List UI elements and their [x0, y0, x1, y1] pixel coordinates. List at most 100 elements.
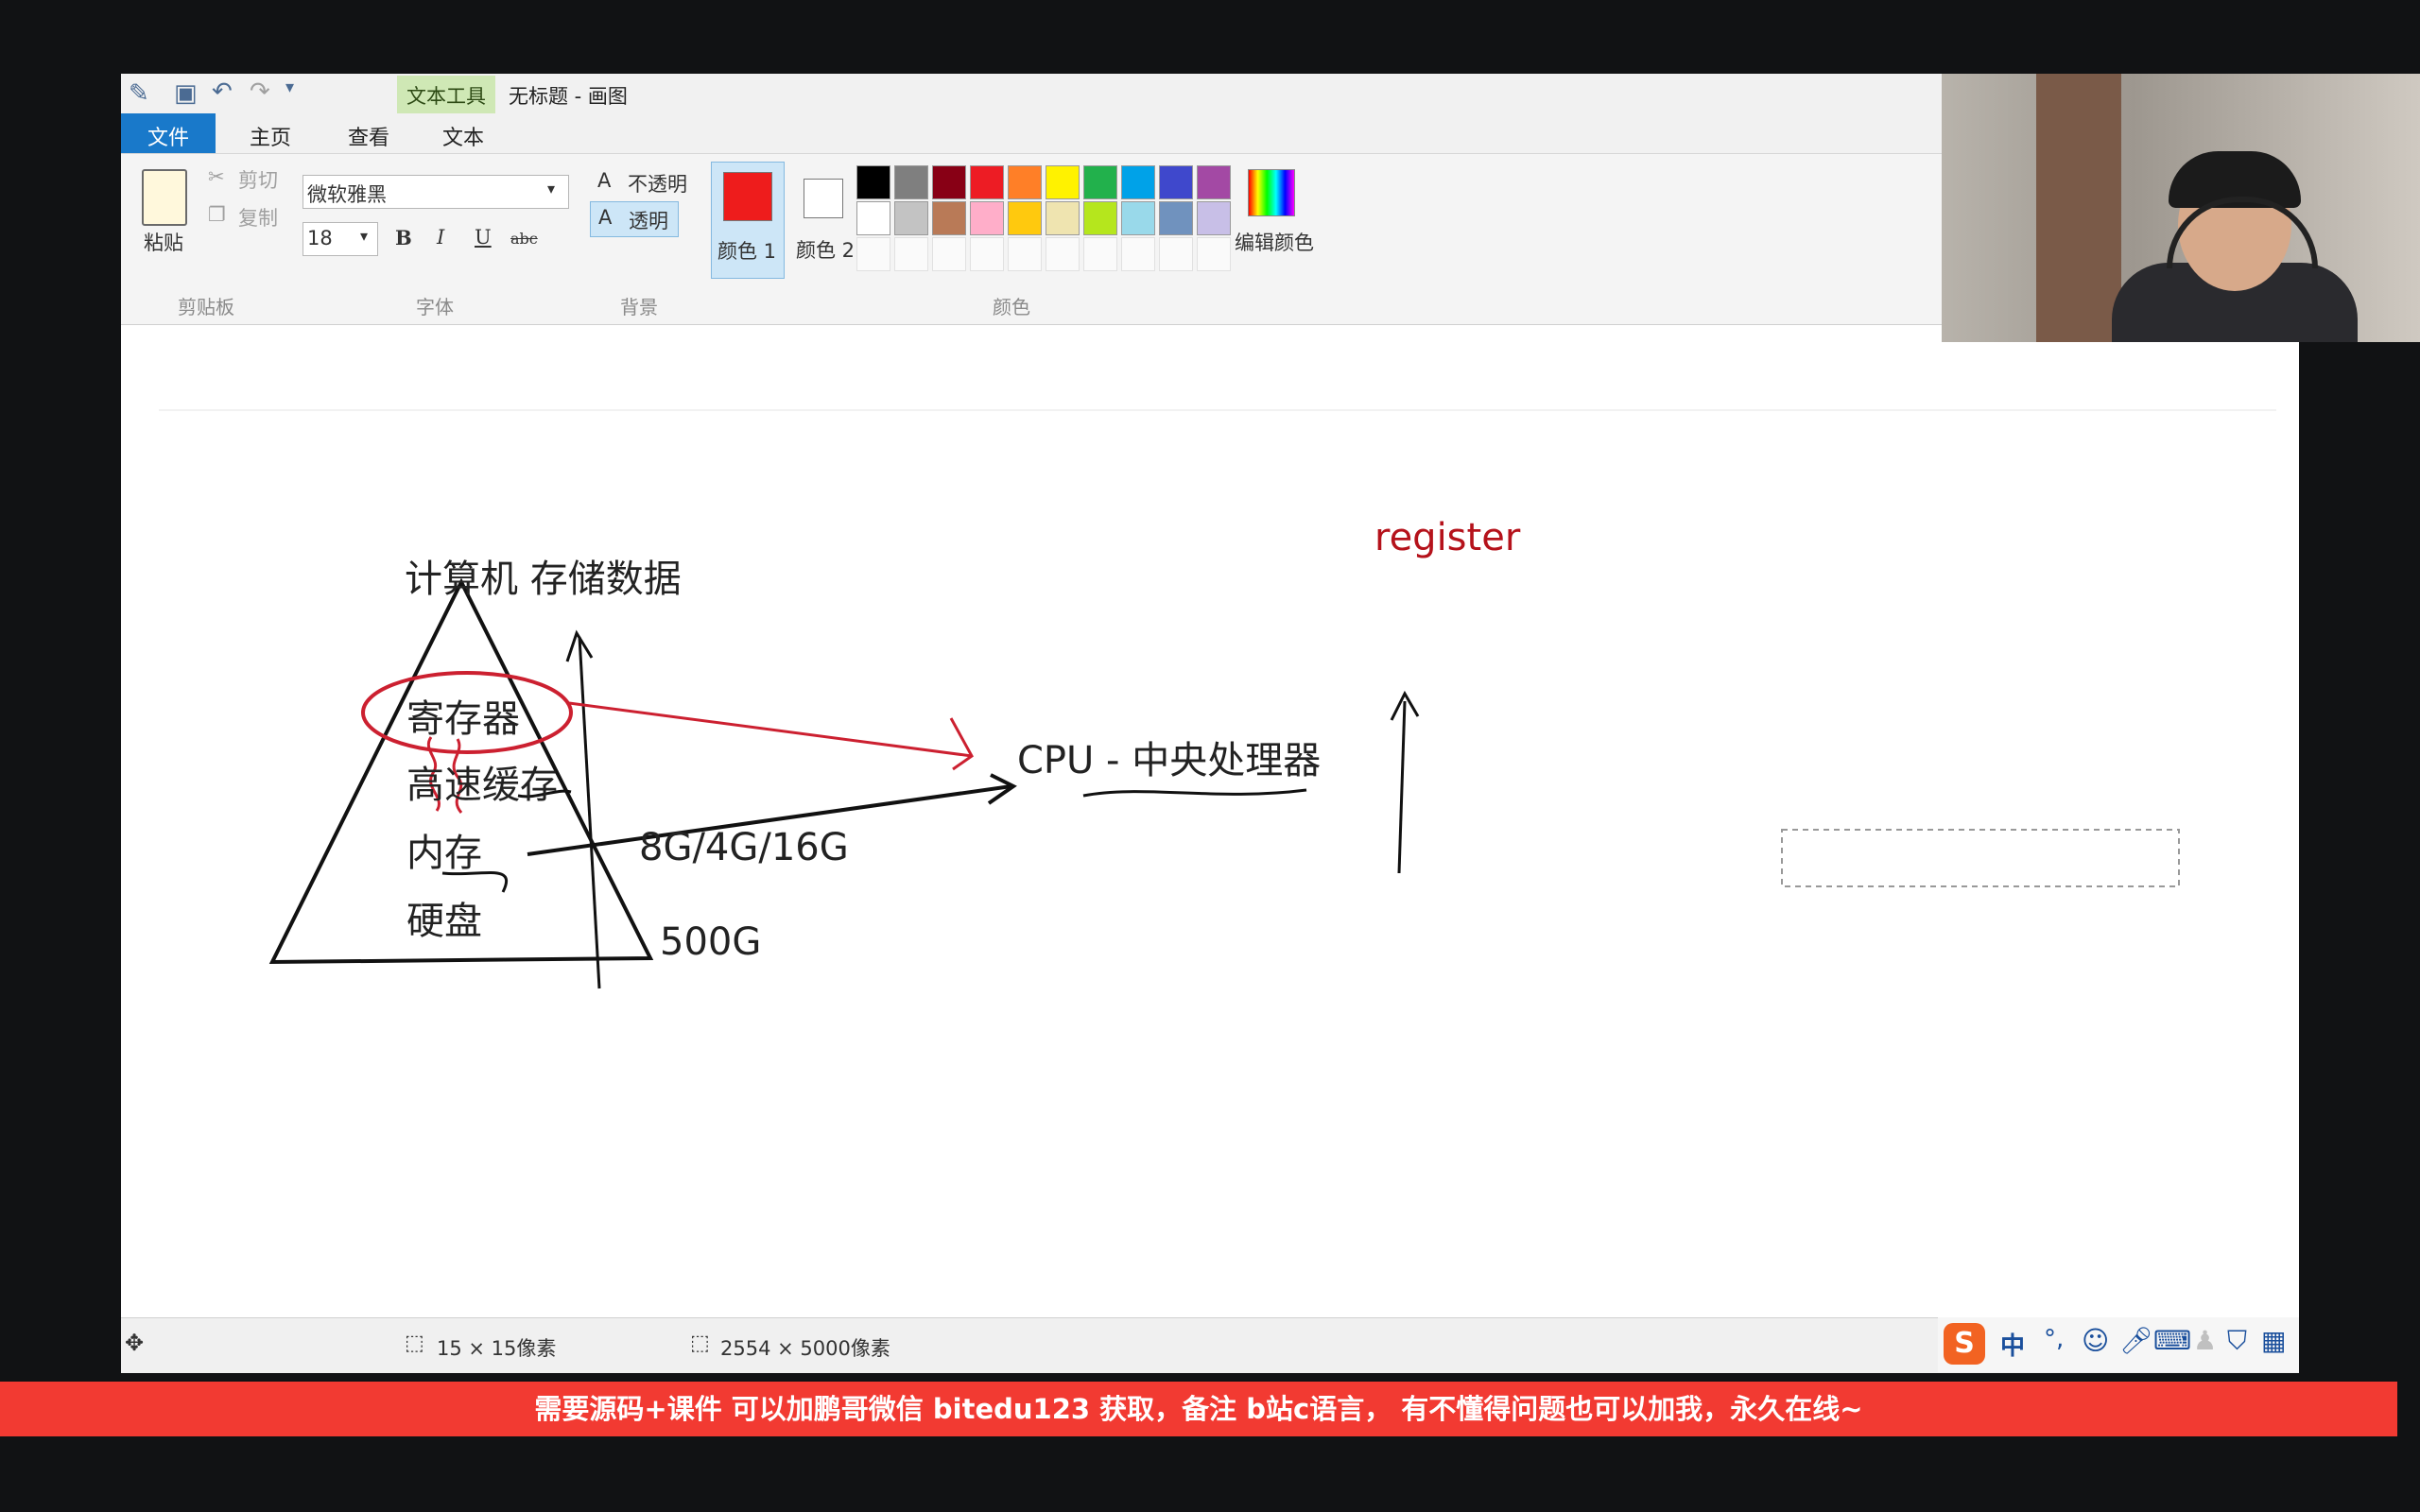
tab-home[interactable]: 主页	[223, 113, 318, 153]
chevron-down-icon: ▾	[547, 180, 556, 198]
level-disk: 硬盘	[406, 900, 482, 943]
color1-swatch	[723, 172, 772, 221]
paint-app-icon[interactable]: ✎	[129, 79, 149, 108]
palette-swatch[interactable]	[1197, 201, 1231, 235]
tab-file[interactable]: 文件	[121, 113, 216, 153]
cpu-underline	[1082, 788, 1307, 798]
redo-icon[interactable]: ↷	[250, 77, 270, 106]
register-to-cpu-arrow	[568, 701, 973, 758]
level-cache: 高速缓存	[406, 764, 558, 807]
customize-quick-access-icon[interactable]: ▾	[285, 77, 294, 97]
level-register: 寄存器	[406, 697, 520, 741]
palette-swatch[interactable]	[970, 165, 1004, 199]
color2-button[interactable]: 颜色 2	[788, 162, 860, 277]
palette-swatch[interactable]	[1197, 165, 1231, 199]
skin-icon[interactable]: ⛉	[2227, 1325, 2247, 1357]
tab-text[interactable]: 文本	[416, 113, 510, 153]
palette-swatch[interactable]	[1046, 165, 1080, 199]
ime-toolbar: S 中 °, ☺ 🎤︎ ⌨ ♟ ⛉ ▦	[1938, 1317, 2299, 1372]
font-group-label: 字体	[416, 296, 454, 318]
colors-group-label: 颜色	[993, 296, 1030, 318]
underline-button[interactable]: U	[475, 226, 492, 249]
transparent-label: 透明	[629, 210, 668, 232]
palette-swatch[interactable]	[894, 165, 928, 199]
color1-button[interactable]: 颜色 1	[711, 162, 785, 279]
paste-label[interactable]: 粘贴	[144, 228, 183, 256]
drawing-layer	[159, 409, 2276, 989]
toolbox-icon[interactable]: ▦	[2261, 1325, 2286, 1356]
edit-colors-icon[interactable]	[1248, 169, 1295, 216]
save-icon[interactable]: ▣	[174, 79, 198, 108]
sogou-ime-icon[interactable]: S	[1944, 1323, 1985, 1365]
clipboard-group-label: 剪贴板	[178, 296, 234, 318]
custom-color-slot[interactable]	[1121, 237, 1155, 271]
canvas-size-icon: ⬚	[690, 1332, 710, 1355]
text-selection-box	[1781, 829, 2180, 887]
emoji-icon[interactable]: ☺	[2082, 1325, 2109, 1356]
palette-swatch[interactable]	[1159, 201, 1193, 235]
drawing-canvas[interactable]: 计算机 存储数据 寄存器 高速缓存 内存 硬盘 CPU - 中央处理器 8G/4…	[121, 325, 2299, 1317]
move-cursor-icon: ✥	[125, 1330, 145, 1356]
selection-size: 15 × 15像素	[437, 1337, 557, 1360]
scissors-icon: ✂	[208, 165, 225, 188]
context-tab-label: 文本工具	[397, 76, 495, 115]
custom-color-slot[interactable]	[970, 237, 1004, 271]
edit-colors-button[interactable]: 编辑颜色	[1235, 228, 1314, 256]
window-title: 无标题 - 画图	[509, 85, 628, 108]
color2-swatch	[804, 179, 843, 218]
opaque-button[interactable]: 不透明	[628, 169, 687, 198]
color1-label: 颜色 1	[717, 240, 777, 263]
custom-color-slot[interactable]	[1046, 237, 1080, 271]
custom-color-slot[interactable]	[1197, 237, 1231, 271]
custom-color-slot[interactable]	[894, 237, 928, 271]
palette-swatch[interactable]	[1159, 165, 1193, 199]
register-english-label: register	[1374, 516, 1521, 559]
memory-size-label: 8G/4G/16G	[639, 826, 849, 869]
selection-icon: ⬚	[405, 1332, 424, 1355]
diagram-title: 计算机 存储数据	[405, 558, 682, 601]
font-family-value: 微软雅黑	[307, 183, 387, 206]
strikethrough-button[interactable]: abc	[510, 230, 538, 248]
palette-swatch[interactable]	[932, 201, 966, 235]
palette-swatch[interactable]	[856, 201, 890, 235]
tab-view[interactable]: 查看	[321, 113, 416, 153]
palette-swatch[interactable]	[856, 165, 890, 199]
promo-banner: 需要源码+课件 可以加鹏哥微信 bitedu123 获取，备注 b站c语言， 有…	[0, 1382, 2397, 1436]
transparent-button[interactable]: A 透明	[590, 201, 679, 237]
bold-button[interactable]: B	[395, 226, 412, 249]
font-family-select[interactable]: 微软雅黑 ▾	[302, 175, 569, 209]
paste-icon[interactable]	[142, 169, 187, 226]
keyboard-icon[interactable]: ⌨	[2153, 1325, 2191, 1356]
palette-swatch[interactable]	[932, 165, 966, 199]
palette-swatch[interactable]	[1008, 165, 1042, 199]
palette-swatch[interactable]	[894, 201, 928, 235]
custom-color-slot[interactable]	[932, 237, 966, 271]
custom-color-slot[interactable]	[856, 237, 890, 271]
standalone-up-arrow	[1397, 700, 1407, 874]
italic-button[interactable]: I	[437, 226, 444, 249]
ime-mode[interactable]: 中	[2000, 1327, 2025, 1362]
palette-swatch[interactable]	[1008, 201, 1042, 235]
chevron-down-icon: ▾	[360, 227, 369, 245]
transparent-icon: A	[598, 206, 613, 229]
custom-color-slot[interactable]	[1159, 237, 1193, 271]
background-group-label: 背景	[620, 296, 658, 318]
palette-swatch[interactable]	[1083, 165, 1117, 199]
undo-icon[interactable]: ↶	[212, 77, 233, 106]
punctuation-icon[interactable]: °,	[2044, 1325, 2064, 1353]
user-icon[interactable]: ♟	[2193, 1325, 2217, 1356]
palette-swatch[interactable]	[1121, 165, 1155, 199]
custom-color-slot[interactable]	[1083, 237, 1117, 271]
cut-button[interactable]: 剪切	[238, 165, 278, 194]
register-arrow-head	[949, 717, 974, 771]
palette-swatch[interactable]	[970, 201, 1004, 235]
disk-size-label: 500G	[660, 920, 762, 964]
palette-swatch[interactable]	[1083, 201, 1117, 235]
level-memory: 内存	[406, 832, 482, 875]
copy-button[interactable]: 复制	[238, 203, 278, 232]
custom-color-slot[interactable]	[1008, 237, 1042, 271]
font-size-select[interactable]: 18 ▾	[302, 222, 378, 256]
palette-swatch[interactable]	[1046, 201, 1080, 235]
microphone-icon[interactable]: 🎤︎	[2119, 1325, 2153, 1356]
palette-swatch[interactable]	[1121, 201, 1155, 235]
